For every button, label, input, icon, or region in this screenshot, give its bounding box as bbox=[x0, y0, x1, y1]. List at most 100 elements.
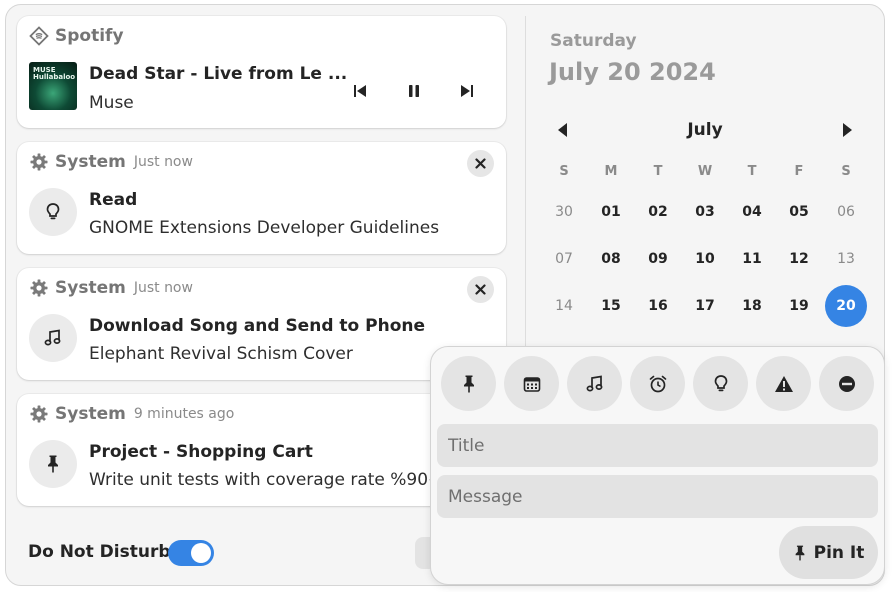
notification-title: Project - Shopping Cart bbox=[89, 442, 313, 462]
alarm-type-button[interactable] bbox=[630, 356, 685, 411]
day-of-week-header: M bbox=[604, 164, 618, 179]
pin-message-input[interactable] bbox=[437, 475, 878, 518]
notification-icon-circle bbox=[29, 188, 77, 236]
toggle-knob bbox=[191, 543, 211, 563]
calendar-day[interactable]: 05 bbox=[778, 191, 820, 233]
calendar-day[interactable]: 14 bbox=[543, 285, 585, 327]
calendar-icon bbox=[523, 376, 540, 392]
pin-icon bbox=[48, 455, 58, 473]
block-type-button[interactable] bbox=[819, 356, 874, 411]
next-month-button[interactable] bbox=[838, 121, 856, 139]
calendar-day[interactable]: 10 bbox=[684, 238, 726, 280]
track-artist: Muse bbox=[89, 93, 134, 113]
alarm-clock-icon bbox=[649, 375, 666, 392]
close-notification-button[interactable] bbox=[467, 276, 494, 303]
calendar-day[interactable]: 11 bbox=[731, 238, 773, 280]
pause-button[interactable] bbox=[403, 80, 425, 102]
day-of-week-header: W bbox=[697, 164, 713, 179]
day-of-week-header: T bbox=[747, 164, 757, 179]
gear-icon bbox=[30, 405, 48, 423]
warning-icon bbox=[774, 375, 793, 392]
notification-title: Download Song and Send to Phone bbox=[89, 316, 425, 336]
next-track-button[interactable] bbox=[456, 80, 478, 102]
calendar-day[interactable]: 30 bbox=[543, 191, 585, 233]
pin-it-label: Pin It bbox=[813, 542, 865, 563]
close-icon bbox=[475, 158, 486, 169]
notification-icon-circle bbox=[29, 314, 77, 362]
calendar-type-button[interactable] bbox=[504, 356, 559, 411]
calendar-day[interactable]: 03 bbox=[684, 191, 726, 233]
notification-header: System Just now bbox=[29, 152, 193, 172]
warning-type-button[interactable] bbox=[756, 356, 811, 411]
music-note-icon bbox=[44, 329, 61, 346]
day-of-week-header: F bbox=[794, 164, 804, 179]
media-card-header: Spotify bbox=[29, 26, 124, 46]
notification-body: Write unit tests with coverage rate %90+ bbox=[89, 470, 443, 490]
calendar-day[interactable]: 01 bbox=[590, 191, 632, 233]
gear-icon bbox=[30, 279, 48, 297]
skip-next-icon bbox=[461, 85, 473, 97]
notification-body: Elephant Revival Schism Cover bbox=[89, 344, 353, 364]
day-of-week-header: T bbox=[653, 164, 663, 179]
notification-time: Just now bbox=[133, 154, 193, 170]
close-notification-button[interactable] bbox=[467, 150, 494, 177]
music-note-icon bbox=[586, 374, 602, 391]
calendar-day[interactable]: 19 bbox=[778, 285, 820, 327]
day-of-week-header: S bbox=[841, 164, 851, 179]
calendar-day[interactable]: 06 bbox=[825, 191, 867, 233]
media-app-name: Spotify bbox=[55, 26, 124, 46]
skip-previous-icon bbox=[354, 85, 366, 97]
media-player-card[interactable]: Spotify MUSE Hullabaloo Dead Star - Live… bbox=[17, 16, 506, 128]
notification-title: Read bbox=[89, 190, 138, 210]
lightbulb-icon bbox=[46, 203, 60, 220]
minus-circle-icon bbox=[838, 375, 855, 392]
notification-app-name: System bbox=[55, 404, 126, 424]
calendar-day[interactable]: 12 bbox=[778, 238, 820, 280]
do-not-disturb-label: Do Not Disturb bbox=[28, 542, 171, 562]
calendar-day[interactable]: 08 bbox=[590, 238, 632, 280]
previous-month-button[interactable] bbox=[554, 121, 572, 139]
album-art-text: MUSE Hullabaloo bbox=[33, 66, 76, 81]
current-date: July 20 2024 bbox=[549, 58, 716, 86]
previous-track-button[interactable] bbox=[349, 80, 371, 102]
chevron-right-icon bbox=[843, 123, 852, 137]
calendar-month: July bbox=[687, 120, 723, 140]
notification-time: Just now bbox=[133, 280, 193, 296]
close-icon bbox=[475, 284, 486, 295]
lightbulb-icon bbox=[714, 374, 727, 391]
do-not-disturb-toggle[interactable] bbox=[168, 540, 214, 566]
calendar-day-today[interactable]: 20 bbox=[825, 285, 867, 327]
notification-header: System 9 minutes ago bbox=[29, 404, 234, 424]
calendar-day[interactable]: 18 bbox=[731, 285, 773, 327]
notification-card[interactable]: System Just now Read GNOME Extensions De… bbox=[17, 142, 506, 254]
calendar-day[interactable]: 17 bbox=[684, 285, 726, 327]
notification-header: System Just now bbox=[29, 278, 193, 298]
pin-icon bbox=[795, 545, 804, 560]
day-of-week-header: S bbox=[559, 164, 569, 179]
pause-icon bbox=[409, 85, 419, 97]
pin-icon bbox=[463, 375, 474, 392]
idea-type-button[interactable] bbox=[693, 356, 748, 411]
spotify-icon bbox=[29, 26, 49, 46]
notification-body: GNOME Extensions Developer Guidelines bbox=[89, 218, 440, 238]
pin-type-button[interactable] bbox=[441, 356, 496, 411]
calendar-day[interactable]: 04 bbox=[731, 191, 773, 233]
track-title: Dead Star - Live from Le ... bbox=[89, 64, 348, 84]
calendar-day[interactable]: 13 bbox=[825, 238, 867, 280]
calendar-day[interactable]: 15 bbox=[590, 285, 632, 327]
calendar-day[interactable]: 16 bbox=[637, 285, 679, 327]
notification-icon-circle bbox=[29, 440, 77, 488]
panel-separator bbox=[525, 16, 526, 348]
calendar-day[interactable]: 09 bbox=[637, 238, 679, 280]
album-art: MUSE Hullabaloo bbox=[29, 62, 77, 110]
notification-app-name: System bbox=[55, 278, 126, 298]
current-weekday: Saturday bbox=[550, 31, 637, 51]
notification-app-name: System bbox=[55, 152, 126, 172]
pin-it-button[interactable]: Pin It bbox=[779, 526, 878, 579]
pin-title-input[interactable] bbox=[437, 424, 878, 467]
chevron-left-icon bbox=[558, 123, 567, 137]
notification-time: 9 minutes ago bbox=[133, 406, 235, 422]
music-type-button[interactable] bbox=[567, 356, 622, 411]
calendar-day[interactable]: 07 bbox=[543, 238, 585, 280]
calendar-day[interactable]: 02 bbox=[637, 191, 679, 233]
